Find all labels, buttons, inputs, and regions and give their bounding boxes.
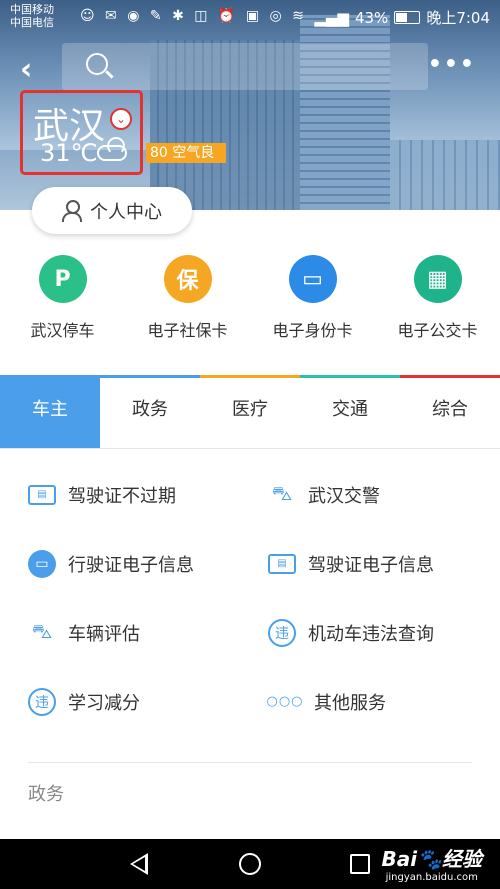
service-study-deduction[interactable]: 违学习减分 xyxy=(0,667,250,736)
tab-car-owner[interactable]: 车主 xyxy=(0,375,100,448)
service-row: ▭ 行驶证电子信息 ▤ 驾驶证电子信息 xyxy=(0,529,500,598)
tab-label: 综合 xyxy=(432,399,468,420)
service-driver-license-info[interactable]: ▤ 驾驶证电子信息 xyxy=(250,529,500,598)
battery-icon xyxy=(394,11,421,24)
service-label: 武汉交警 xyxy=(308,485,380,507)
service-other[interactable]: ○○○ 其他服务 xyxy=(250,667,500,736)
service-label: 机动车违法查询 xyxy=(308,623,434,645)
tab-transport[interactable]: 交通 xyxy=(300,375,400,448)
service-label: 驾驶证不过期 xyxy=(68,485,176,507)
nav-back-icon[interactable] xyxy=(130,853,148,875)
temperature: 31℃ xyxy=(40,139,98,167)
tab-label: 医疗 xyxy=(232,399,268,420)
quick-service-parking[interactable]: P 武汉停车 xyxy=(0,255,125,365)
quick-service-label: 武汉停车 xyxy=(30,321,95,340)
quick-service-label: 电子公交卡 xyxy=(397,321,478,340)
cloud-icon xyxy=(97,137,127,161)
service-label: 其他服务 xyxy=(314,692,386,714)
section-divider xyxy=(28,762,472,763)
system-nav-bar: Bai🐾经验 jingyan.baidu.com xyxy=(0,839,500,889)
category-tabs: 车主 政务 医疗 交通 综合 xyxy=(0,375,500,449)
more-menu-icon[interactable]: ••• xyxy=(428,52,476,77)
tab-accent-bar xyxy=(400,375,500,378)
profile-center-label: 个人中心 xyxy=(90,201,162,223)
status-right: ▂▄▆ 43% 晚上7:04 xyxy=(314,7,490,28)
license-card-icon: ▤ xyxy=(28,484,56,505)
quick-services: P 武汉停车 保 电子社保卡 ▭ 电子身份卡 ▦ 电子公交卡 xyxy=(0,255,500,365)
air-quality-badge: 80 空气良 xyxy=(146,143,227,163)
bus-card-icon: ▦ xyxy=(413,255,462,303)
car-icon: ⛍ xyxy=(31,619,53,643)
tab-accent-bar xyxy=(0,375,100,378)
tab-accent-bar xyxy=(200,375,300,378)
tab-government[interactable]: 政务 xyxy=(100,375,200,448)
carrier-2: 中国电信 xyxy=(10,16,54,29)
search-bar[interactable] xyxy=(62,43,428,90)
service-license-valid[interactable]: ▤ 驾驶证不过期 xyxy=(0,460,250,529)
quick-service-social-security[interactable]: 保 电子社保卡 xyxy=(125,255,250,365)
service-row: ⛍ 车辆评估 违机动车违法查询 xyxy=(0,598,500,667)
carrier-info: 中国移动 中国电信 xyxy=(10,3,54,29)
service-violation-query[interactable]: 违机动车违法查询 xyxy=(250,598,500,667)
watermark-site: jingyan.baidu.com xyxy=(385,872,478,883)
nav-recent-apps-icon[interactable] xyxy=(350,854,370,874)
tab-label: 政务 xyxy=(132,399,168,420)
id-card-icon: ▭ xyxy=(288,255,337,303)
watermark-logo: Bai🐾经验 jingyan.baidu.com xyxy=(382,843,483,883)
user-icon xyxy=(62,199,82,222)
nav-home-icon[interactable] xyxy=(239,853,261,875)
tab-label: 交通 xyxy=(332,399,368,420)
status-bar: 中国移动 中国电信 ☺ ✉ ◉ ✎ ✱ ◫ ⏰ ▣ ◎ ≋ ▂▄▆ 43% 晚上… xyxy=(0,0,500,36)
tab-accent-bar xyxy=(300,375,400,378)
service-label: 驾驶证电子信息 xyxy=(308,554,434,576)
clock: 晚上7:04 xyxy=(426,9,490,27)
service-row: ▤ 驾驶证不过期 ⛍ 武汉交警 xyxy=(0,460,500,529)
city-selector[interactable]: 武汉 ⌄ 31℃ xyxy=(20,90,143,175)
quick-service-bus-card[interactable]: ▦ 电子公交卡 xyxy=(375,255,500,365)
notification-icons: ☺ ✉ ◉ ✎ ✱ ◫ ⏰ ▣ ◎ ≋ xyxy=(80,8,307,24)
car-owner-services: ▤ 驾驶证不过期 ⛍ 武汉交警 ▭ 行驶证电子信息 ▤ 驾驶证电子信息 ⛍ 车辆评估 违机… xyxy=(0,460,500,736)
back-icon[interactable]: ‹ xyxy=(20,52,32,87)
service-label: 行驶证电子信息 xyxy=(68,554,194,576)
signal-icon: ▂▄▆ xyxy=(314,8,349,27)
service-label: 车辆评估 xyxy=(68,623,140,645)
car-icon: ⛍ xyxy=(271,481,293,505)
vehicle-license-icon: ▭ xyxy=(28,549,56,578)
tab-label: 车主 xyxy=(32,399,68,420)
service-row: 违学习减分 ○○○ 其他服务 xyxy=(0,667,500,736)
watermark-brand: Bai🐾经验 xyxy=(381,847,483,871)
service-vehicle-license-info[interactable]: ▭ 行驶证电子信息 xyxy=(0,529,250,598)
service-traffic-police[interactable]: ⛍ 武汉交警 xyxy=(250,460,500,529)
battery-percent: 43% xyxy=(354,8,389,27)
profile-center-button[interactable]: 个人中心 xyxy=(32,187,192,234)
header-banner: 中国移动 中国电信 ☺ ✉ ◉ ✎ ✱ ◫ ⏰ ▣ ◎ ≋ ▂▄▆ 43% 晚上… xyxy=(0,0,500,210)
social-security-card-icon: 保 xyxy=(163,255,212,303)
tab-general[interactable]: 综合 xyxy=(400,375,500,448)
quick-service-id-card[interactable]: ▭ 电子身份卡 xyxy=(250,255,375,365)
chevron-down-icon[interactable]: ⌄ xyxy=(110,108,132,130)
tab-accent-bar xyxy=(100,375,200,378)
violation-search-icon: 违 xyxy=(28,687,56,716)
more-dots-icon: ○○○ xyxy=(266,694,304,709)
building-background xyxy=(390,140,500,210)
service-label: 学习减分 xyxy=(68,692,140,714)
section-heading-government: 政务 xyxy=(28,784,64,805)
tab-medical[interactable]: 医疗 xyxy=(200,375,300,448)
violation-search-icon: 违 xyxy=(268,618,296,647)
quick-service-label: 电子社保卡 xyxy=(147,321,228,340)
service-vehicle-assessment[interactable]: ⛍ 车辆评估 xyxy=(0,598,250,667)
license-card-icon: ▤ xyxy=(268,553,296,574)
quick-service-label: 电子身份卡 xyxy=(272,321,353,340)
carrier-1: 中国移动 xyxy=(10,3,54,16)
search-icon xyxy=(86,53,108,75)
parking-icon: P xyxy=(38,255,87,303)
